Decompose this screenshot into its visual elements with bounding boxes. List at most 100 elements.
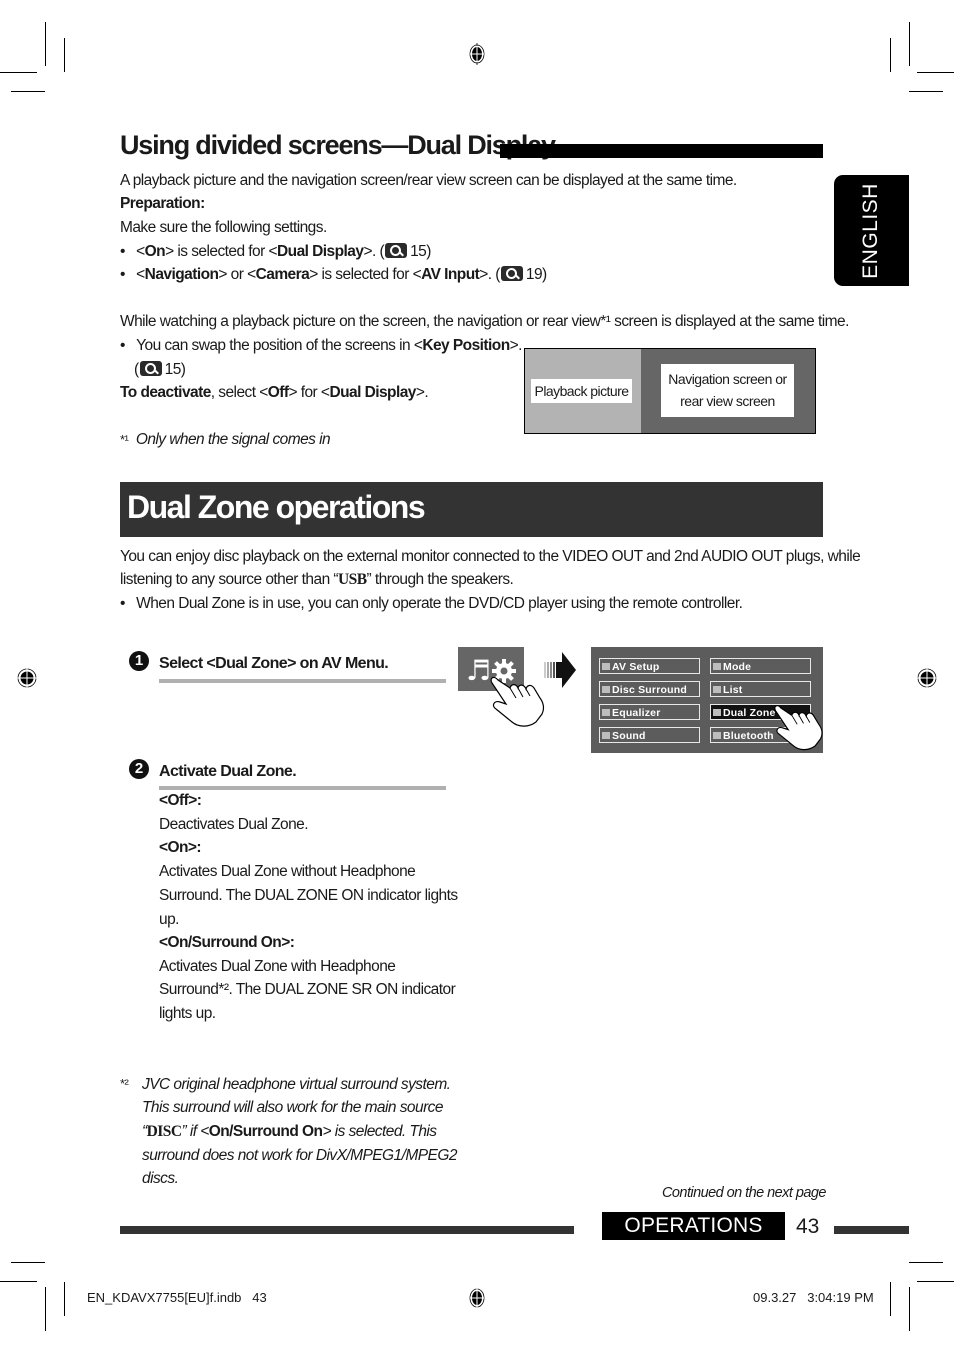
bluetooth-icon <box>713 732 721 739</box>
sound-icon <box>602 732 610 739</box>
prep-bullet-1: • <On> is selected for <Dual Display>. (… <box>120 243 431 260</box>
diagram-playback-label: Playback picture <box>531 379 632 403</box>
preparation-text: Make sure the following settings. <box>120 219 327 236</box>
crop-mark <box>64 38 65 72</box>
registration-mark-icon <box>469 1287 485 1309</box>
option-on-desc: Activates Dual Zone without Headphone <box>159 863 416 880</box>
dual-zone-bullet: • When Dual Zone is in use, you can only… <box>120 595 743 612</box>
reference-magnifier-icon <box>385 243 408 258</box>
section-title-dual-display: Using divided screens—Dual Display <box>120 130 556 160</box>
crop-mark <box>917 72 954 73</box>
footer-rule-right <box>834 1226 909 1234</box>
crop-mark <box>0 1281 37 1282</box>
deactivate-text: To deactivate, select <Off> for <Dual Di… <box>120 384 429 401</box>
swap-bullet: • You can swap the position of the scree… <box>120 337 522 354</box>
section-label-box: OPERATIONS <box>602 1212 785 1240</box>
swap-bullet-ref: (15) <box>134 361 186 378</box>
option-surround-desc: Activates Dual Zone with Headphone <box>159 958 396 975</box>
crop-mark <box>64 1282 65 1316</box>
section-title-dual-zone: Dual Zone operations <box>127 489 426 525</box>
option-surround-desc: Surround*². The DUAL ZONE SR ON indicato… <box>159 981 456 998</box>
option-on-label: <On>: <box>159 839 202 856</box>
print-timestamp: 09.3.27 3:04:19 PM <box>753 1290 874 1305</box>
menu-item-equalizer[interactable]: Equalizer <box>599 704 700 720</box>
crop-mark <box>909 22 910 66</box>
title-rule <box>500 144 823 158</box>
menu-item-mode[interactable]: Mode <box>710 658 811 674</box>
dual-zone-icon <box>713 709 721 716</box>
reference-magnifier-icon <box>139 361 162 376</box>
language-tab: ENGLISH <box>834 175 909 286</box>
step-title-2: Activate Dual Zone. <box>159 763 297 780</box>
footnote-mark: *¹ <box>120 432 129 447</box>
step-number-2: 2 <box>129 759 149 779</box>
reference-page[interactable]: 15) <box>410 243 431 260</box>
footnote-2-line: discs. <box>142 1170 179 1187</box>
step-rule <box>159 786 446 790</box>
dual-zone-intro-1: You can enjoy disc playback on the exter… <box>120 548 861 565</box>
bullet-dot: • <box>120 243 137 260</box>
footer-rule <box>120 1226 574 1234</box>
preparation-label: Preparation: <box>120 195 205 212</box>
crop-mark <box>45 1287 46 1331</box>
footnote-2-line: “DISC” if <On/Surround On> is selected. … <box>142 1123 437 1140</box>
footnote-2-mark: *² <box>120 1076 129 1091</box>
footnote-text: Only when the signal comes in <box>135 431 331 448</box>
registration-mark-icon <box>16 667 38 689</box>
reference-magnifier-icon <box>500 266 523 281</box>
disc-surround-icon <box>602 686 610 693</box>
crop-mark <box>0 72 37 73</box>
crop-mark <box>45 22 46 66</box>
language-tab-label: ENGLISH <box>859 183 882 279</box>
crop-mark <box>917 1281 954 1282</box>
option-off-desc: Deactivates Dual Zone. <box>159 816 309 833</box>
pointing-hand-icon <box>774 705 823 751</box>
step-rule <box>159 679 446 683</box>
equalizer-icon <box>602 709 610 716</box>
reference-page[interactable]: 19) <box>526 266 547 283</box>
footnote-1: *¹ Only when the signal comes in <box>120 428 331 452</box>
option-surround-desc: lights up. <box>159 1005 216 1022</box>
crop-mark <box>890 38 891 72</box>
mode-icon <box>713 663 721 670</box>
step-title-1: Select <Dual Zone> on AV Menu. <box>159 655 389 672</box>
registration-mark-icon <box>916 667 938 689</box>
option-on-desc: Surround. The DUAL ZONE ON indicator lig… <box>159 887 458 904</box>
prep-bullet-2: • <Navigation> or <Camera> is selected f… <box>120 266 547 283</box>
menu-item-sound[interactable]: Sound <box>599 727 700 743</box>
footnote-2-line: surround does not work for DivX/MPEG1/MP… <box>142 1147 457 1164</box>
diagram-navigation-label: Navigation screen or rear view screen <box>661 364 794 417</box>
arrow-right-icon <box>544 652 576 688</box>
option-off-label: <Off>: <box>159 792 202 809</box>
continued-text: Continued on the next page <box>662 1185 826 1201</box>
menu-item-list[interactable]: List <box>710 681 811 697</box>
intro-text: A playback picture and the navigation sc… <box>120 172 737 189</box>
crop-mark <box>11 91 45 92</box>
list-icon <box>713 686 721 693</box>
bullet-dot: • <box>120 266 137 283</box>
option-on-desc: up. <box>159 911 179 928</box>
section-header-dual-zone: Dual Zone operations <box>120 482 823 537</box>
option-surround-label: <On/Surround On>: <box>159 934 295 951</box>
menu-item-av-setup[interactable]: AV Setup <box>599 658 700 674</box>
footnote-2-line: This surround will also work for the mai… <box>142 1099 444 1116</box>
file-info: EN_KDAVX7755[EU]f.indb 43 <box>87 1290 267 1305</box>
registration-mark-icon <box>469 43 485 65</box>
reference-page[interactable]: 15) <box>165 361 186 378</box>
crop-mark <box>909 1262 943 1263</box>
crop-mark <box>909 1287 910 1331</box>
step-number-1: 1 <box>129 651 149 671</box>
crop-mark <box>11 1262 45 1263</box>
section-label: OPERATIONS <box>624 1214 763 1237</box>
dual-zone-intro-2: listening to any source other than “USB”… <box>120 571 514 588</box>
crop-mark <box>909 91 943 92</box>
av-setup-icon <box>602 663 610 670</box>
footnote-2-line: JVC original headphone virtual surround … <box>142 1076 451 1093</box>
page-number: 43 <box>796 1215 820 1238</box>
watching-text: While watching a playback picture on the… <box>120 313 849 330</box>
pointing-hand-icon <box>490 676 545 727</box>
dual-display-diagram: Playback picture Navigation screen or re… <box>524 348 816 434</box>
bullet-dot: • <box>120 337 137 354</box>
crop-mark <box>890 1282 891 1316</box>
menu-item-disc-surround[interactable]: Disc Surround <box>599 681 700 697</box>
